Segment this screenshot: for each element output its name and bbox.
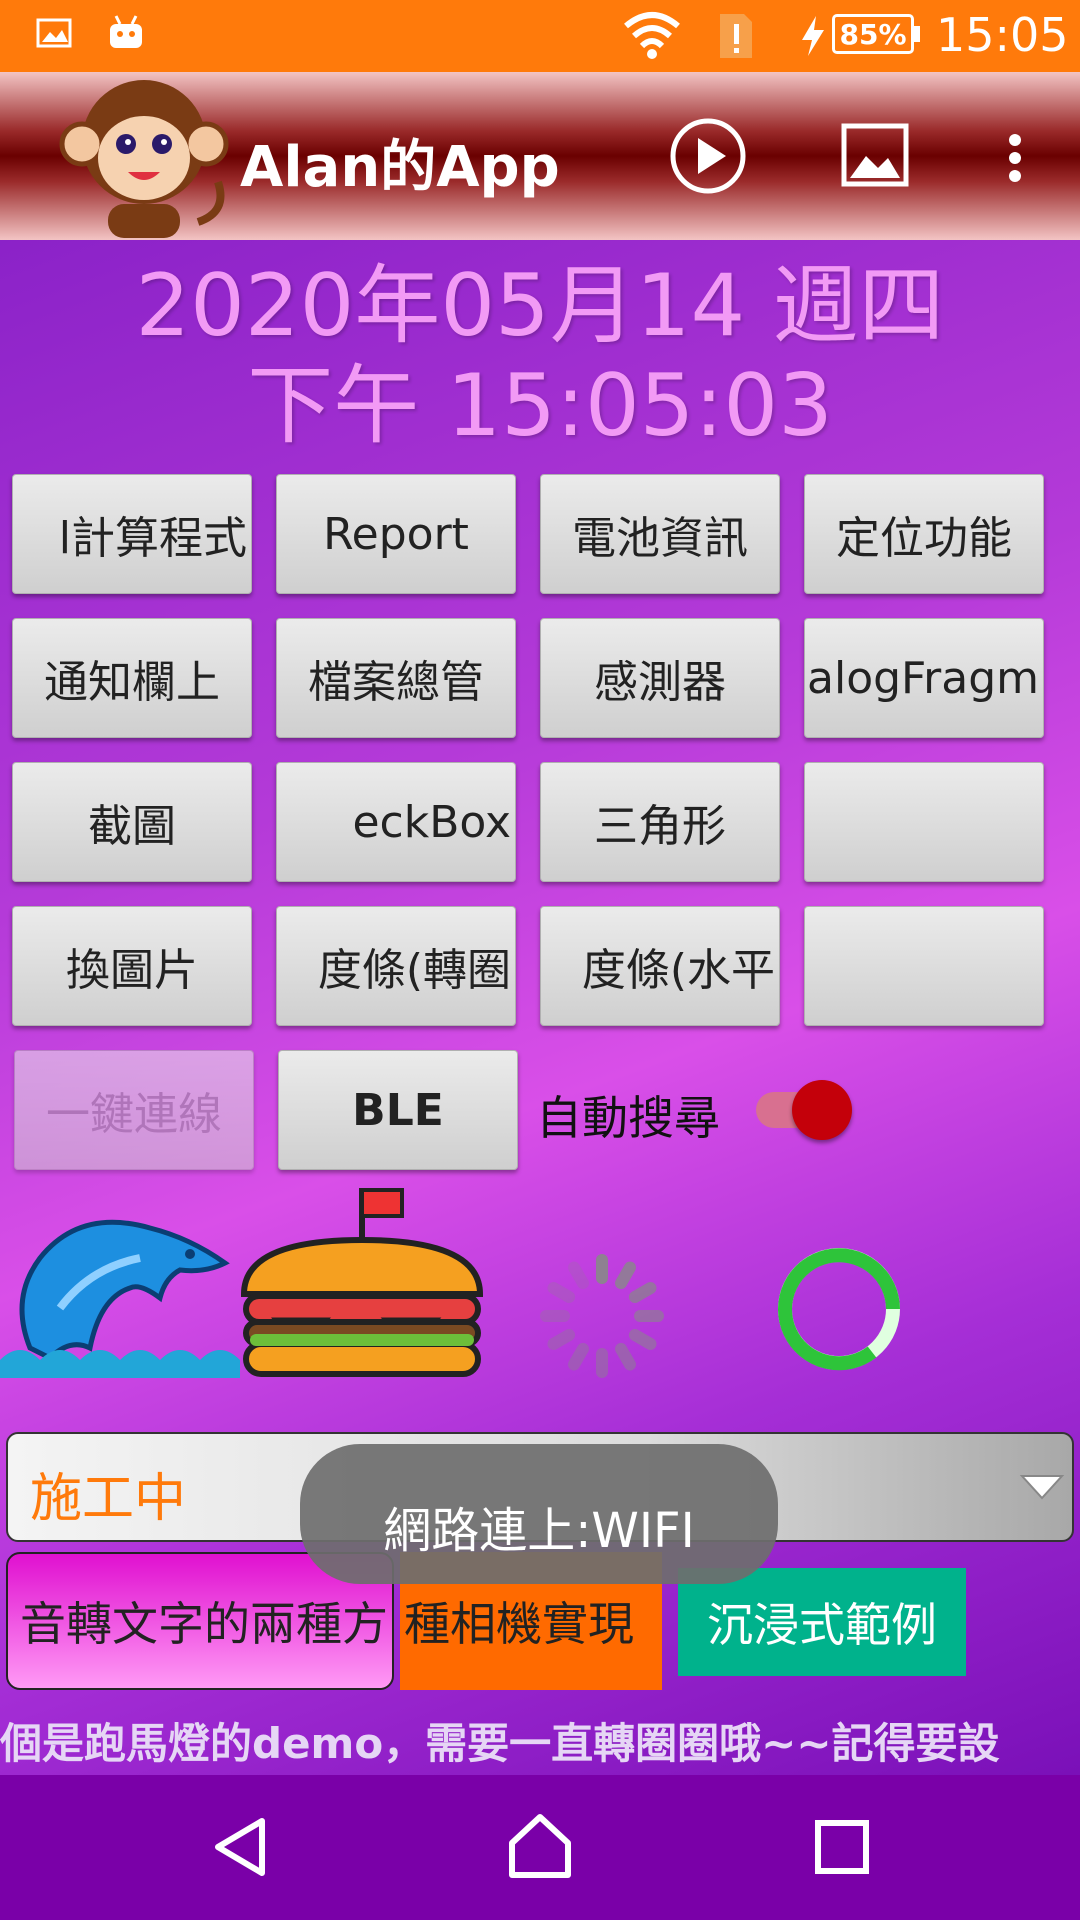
auto-search-switch-thumb[interactable] [792,1080,852,1140]
back-icon[interactable] [212,1815,272,1879]
empty-button-1[interactable] [804,762,1044,882]
main-content: 2020年05月14 週四 下午 15:05:03 l計算程式 Report 電… [0,240,1080,1775]
charging-icon [802,16,824,56]
checkbox-button[interactable]: eckBox [276,762,516,882]
immersive-button[interactable]: 沉浸式範例 [678,1568,966,1676]
spinner-selected-text: 施工中 [30,1469,187,1529]
dropdown-arrow-icon [1019,1475,1065,1500]
status-time: 15:05 [936,8,1069,62]
overflow-menu-icon[interactable] [1000,130,1030,190]
recents-icon[interactable] [812,1817,872,1877]
dolphin-image [0,1219,240,1378]
gallery-icon[interactable] [840,120,910,190]
one-key-connect-button[interactable]: 一鍵連線 [14,1050,254,1170]
sim-alert-icon [720,14,752,58]
file-manager-button[interactable]: 檔案總管 [276,618,516,738]
progress-ring-icon [778,1248,900,1371]
play-icon[interactable] [668,116,748,196]
location-button[interactable]: 定位功能 [804,474,1044,594]
image-icon [36,18,72,48]
sensor-button[interactable]: 感測器 [540,618,780,738]
battery-info-button[interactable]: 電池資訊 [540,474,780,594]
loading-spinner-icon [540,1254,664,1378]
android-icon [110,15,142,48]
progress-spin-button[interactable]: 度條(轉圈 [276,906,516,1026]
toast-message: 網路連上:WIFI [300,1444,778,1584]
time-display: 下午 15:05:03 [247,356,833,456]
screenshot-button[interactable]: 截圖 [12,762,252,882]
triangle-button[interactable]: 三角形 [540,762,780,882]
change-image-button[interactable]: 換圖片 [12,906,252,1026]
monkey-logo [59,80,229,238]
progress-horizontal-button[interactable]: 度條(水平 [540,906,780,1026]
wifi-icon [624,12,680,59]
marquee-text: 個是跑馬燈的demo，需要一直轉圈圈哦~~記得要設 [0,1719,1000,1768]
report-button[interactable]: Report [276,474,516,594]
date-display: 2020年05月14 週四 [135,256,945,356]
home-icon[interactable] [506,1813,574,1881]
notification-button[interactable]: 通知欄上 [12,618,252,738]
ble-button[interactable]: BLE [278,1050,518,1170]
action-bar: Alan的App [0,72,1080,240]
status-bar: 85% 15:05 [0,0,1080,72]
dialog-fragment-button[interactable]: alogFragm [804,618,1044,738]
burger-image [240,1188,484,1377]
navigation-bar [0,1775,1080,1920]
auto-search-label: 自動搜尋 [536,1091,720,1145]
battery-icon: 85% [832,14,914,54]
battery-level: 85% [839,17,907,51]
empty-button-2[interactable] [804,906,1044,1026]
ml-calculator-button[interactable]: l計算程式 [12,474,252,594]
app-title: Alan的App [240,135,560,200]
